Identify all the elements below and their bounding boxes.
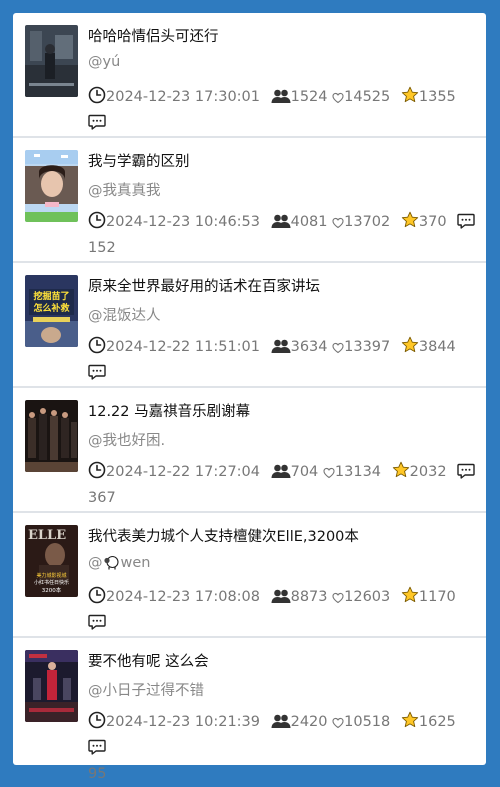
comment-count: 95 xyxy=(88,766,107,782)
item-title[interactable]: 要不他有呢 这么会 xyxy=(88,650,209,671)
item-author[interactable]: @小日子过得不错 xyxy=(88,679,204,700)
list-item[interactable]: ELLE 美力城影视城 小红书任日快乐 3200本 我代表美力城个人支持檀健次EllE… xyxy=(13,513,486,657)
list-item[interactable]: 12.22 马嘉祺音乐剧谢幕 @我也好困. 2024-12-22 17:27:0… xyxy=(13,388,486,513)
star-icon xyxy=(401,86,419,103)
clock-icon xyxy=(88,211,106,229)
favorite-count: 1170 xyxy=(418,589,456,605)
item-title[interactable]: 我代表美力城个人支持檀健次EllE,3200本 xyxy=(88,525,359,546)
publish-date: 2024-12-22 11:51:01 xyxy=(106,339,260,355)
author-name: @我真真我 xyxy=(88,183,161,199)
video-thumbnail[interactable] xyxy=(25,650,78,722)
thumb-caption-2: 怎么补救 xyxy=(33,302,70,314)
comment-icon xyxy=(88,114,106,130)
user-count: 704 xyxy=(290,464,319,480)
favorite-count: 1625 xyxy=(418,714,456,730)
video-list: 哈哈哈情侣头可还行 @yú 2024-12-23 17:30:01 1524 1… xyxy=(13,13,486,782)
video-thumbnail[interactable]: 挖掘苗了 怎么补救 xyxy=(25,275,78,347)
video-thumbnail[interactable] xyxy=(25,25,78,97)
like-count: 13702 xyxy=(344,214,391,230)
publish-date: 2024-12-23 17:08:08 xyxy=(106,589,260,605)
item-author[interactable]: @我真真我 xyxy=(88,179,161,200)
thumb-elle-logo: ELLE xyxy=(28,528,66,543)
comment-icon xyxy=(457,213,475,229)
users-icon xyxy=(271,214,291,228)
users-icon xyxy=(271,464,291,478)
heart-icon xyxy=(323,467,335,479)
comment-icon xyxy=(88,739,106,755)
thumb-caption-3: 3200本 xyxy=(42,586,62,594)
users-icon xyxy=(271,714,291,728)
video-thumbnail[interactable]: ELLE 美力城影视城 小红书任日快乐 3200本 xyxy=(25,525,78,597)
comment-icon xyxy=(457,463,475,479)
item-stats: 2024-12-22 17:27:04 704 13134 2032 367 xyxy=(88,459,476,511)
user-count: 3634 xyxy=(290,339,328,355)
clock-icon xyxy=(88,586,106,604)
author-name: @ xyxy=(88,555,103,571)
list-item[interactable]: 要不他有呢 这么会 @小日子过得不错 2024-12-23 10:21:39 2… xyxy=(13,638,486,782)
favorite-count: 3844 xyxy=(418,339,456,355)
item-stats: 2024-12-23 10:46:53 4081 13702 370 152 xyxy=(88,209,476,261)
heart-icon xyxy=(332,342,344,354)
like-count: 14525 xyxy=(344,89,391,105)
comment-count: 367 xyxy=(88,490,116,506)
clock-icon xyxy=(88,461,106,479)
like-count: 12603 xyxy=(344,589,391,605)
publish-date: 2024-12-22 17:27:04 xyxy=(106,464,260,480)
like-count: 10518 xyxy=(344,714,391,730)
comment-icon xyxy=(88,614,106,630)
publish-date: 2024-12-23 17:30:01 xyxy=(106,89,260,105)
item-author[interactable]: @我也好困. xyxy=(88,429,165,450)
item-title[interactable]: 12.22 马嘉祺音乐剧谢幕 xyxy=(88,400,250,421)
users-icon xyxy=(271,89,291,103)
user-count: 1524 xyxy=(290,89,328,105)
item-title[interactable]: 哈哈哈情侣头可还行 xyxy=(88,25,219,46)
heart-icon xyxy=(332,717,344,729)
favorite-count: 2032 xyxy=(409,464,447,480)
publish-date: 2024-12-23 10:21:39 xyxy=(106,714,260,730)
sheep-emoji-icon xyxy=(103,555,119,570)
list-item[interactable]: 挖掘苗了 怎么补救 原来全世界最好用的话术在百家讲坛 @混饭达人 2024-12-… xyxy=(13,263,486,407)
clock-icon xyxy=(88,711,106,729)
user-count: 8873 xyxy=(290,589,328,605)
item-stats: 2024-12-23 10:21:39 2420 10518 1625 95 xyxy=(88,709,476,787)
clock-icon xyxy=(88,336,106,354)
favorite-count: 370 xyxy=(418,214,447,230)
star-icon xyxy=(401,336,419,353)
item-author[interactable]: @ wen xyxy=(88,554,150,571)
favorite-count: 1355 xyxy=(418,89,456,105)
thumb-caption-1: 美力城影视城 xyxy=(36,572,66,579)
publish-date: 2024-12-23 10:46:53 xyxy=(106,214,260,230)
author-name-suffix: wen xyxy=(120,555,151,571)
thumb-caption-1: 挖掘苗了 xyxy=(33,290,69,302)
heart-icon xyxy=(332,217,344,229)
author-name: @我也好困. xyxy=(88,433,166,449)
star-icon xyxy=(401,211,419,228)
video-thumbnail[interactable] xyxy=(25,400,78,472)
star-icon xyxy=(401,711,419,728)
list-item[interactable]: 我与学霸的区别 @我真真我 2024-12-23 10:46:53 4081 1… xyxy=(13,138,486,263)
author-name: @小日子过得不错 xyxy=(88,683,204,699)
clock-icon xyxy=(88,86,106,104)
star-icon xyxy=(392,461,409,478)
comment-icon xyxy=(88,364,106,380)
item-author[interactable]: @混饭达人 xyxy=(88,304,161,325)
item-title[interactable]: 我与学霸的区别 xyxy=(88,150,190,171)
author-name: @yú xyxy=(88,54,121,70)
comment-count: 152 xyxy=(88,240,116,256)
user-count: 2420 xyxy=(290,714,328,730)
thumb-caption-2: 小红书任日快乐 xyxy=(34,579,69,586)
list-item[interactable]: 哈哈哈情侣头可还行 @yú 2024-12-23 17:30:01 1524 1… xyxy=(13,13,486,157)
like-count: 13134 xyxy=(334,464,382,480)
heart-icon xyxy=(332,592,344,604)
users-icon xyxy=(271,589,291,603)
heart-icon xyxy=(332,92,344,104)
item-title[interactable]: 原来全世界最好用的话术在百家讲坛 xyxy=(88,275,320,296)
like-count: 13397 xyxy=(344,339,391,355)
users-icon xyxy=(271,339,291,353)
user-count: 4081 xyxy=(290,214,328,230)
author-name: @混饭达人 xyxy=(88,308,161,324)
video-thumbnail[interactable] xyxy=(25,150,78,222)
item-author[interactable]: @yú xyxy=(88,54,120,70)
star-icon xyxy=(401,586,419,603)
